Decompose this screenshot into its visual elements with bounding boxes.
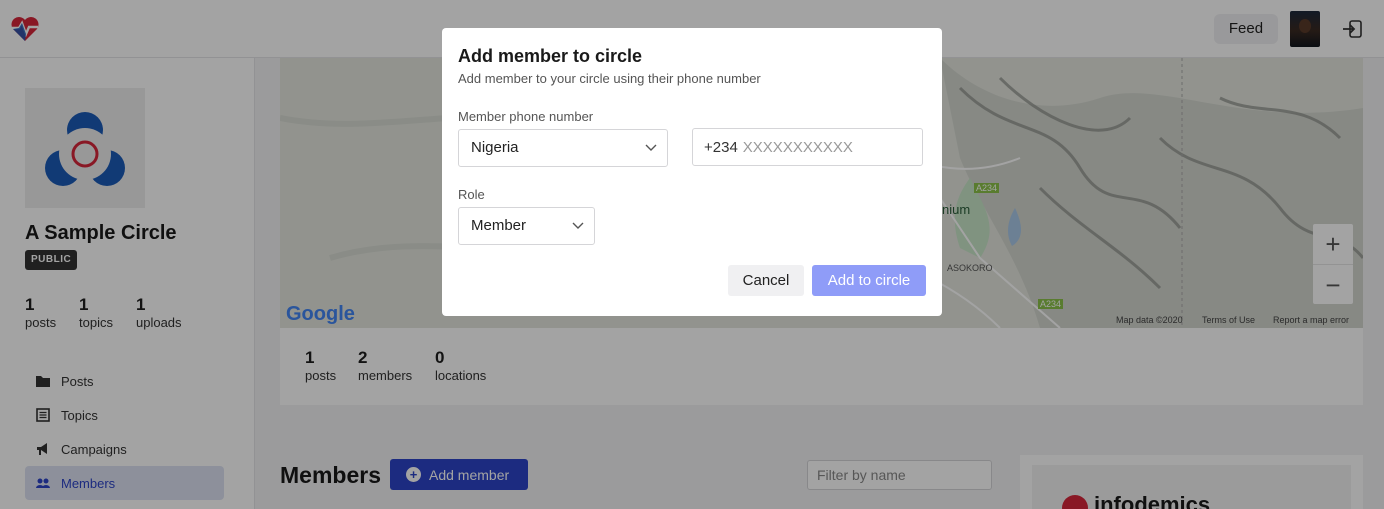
chevron-down-icon <box>645 144 657 151</box>
role-field-label: Role <box>458 187 485 202</box>
role-select[interactable]: Member <box>458 207 595 245</box>
phone-field-label: Member phone number <box>458 109 594 124</box>
add-to-circle-button[interactable]: Add to circle <box>812 265 926 296</box>
dialog-title: Add member to circle <box>458 46 643 66</box>
add-member-dialog: Add member to circle Add member to your … <box>442 28 942 316</box>
country-select[interactable]: Nigeria <box>458 129 668 167</box>
chevron-down-icon <box>572 222 584 229</box>
country-select-value: Nigeria <box>471 139 519 156</box>
phone-prefix: +234 <box>704 138 738 156</box>
cancel-button[interactable]: Cancel <box>728 265 804 296</box>
phone-field: +234 <box>692 128 923 166</box>
dialog-subtitle: Add member to your circle using their ph… <box>458 71 761 86</box>
role-select-value: Member <box>471 217 527 234</box>
phone-number-input[interactable] <box>742 138 913 156</box>
